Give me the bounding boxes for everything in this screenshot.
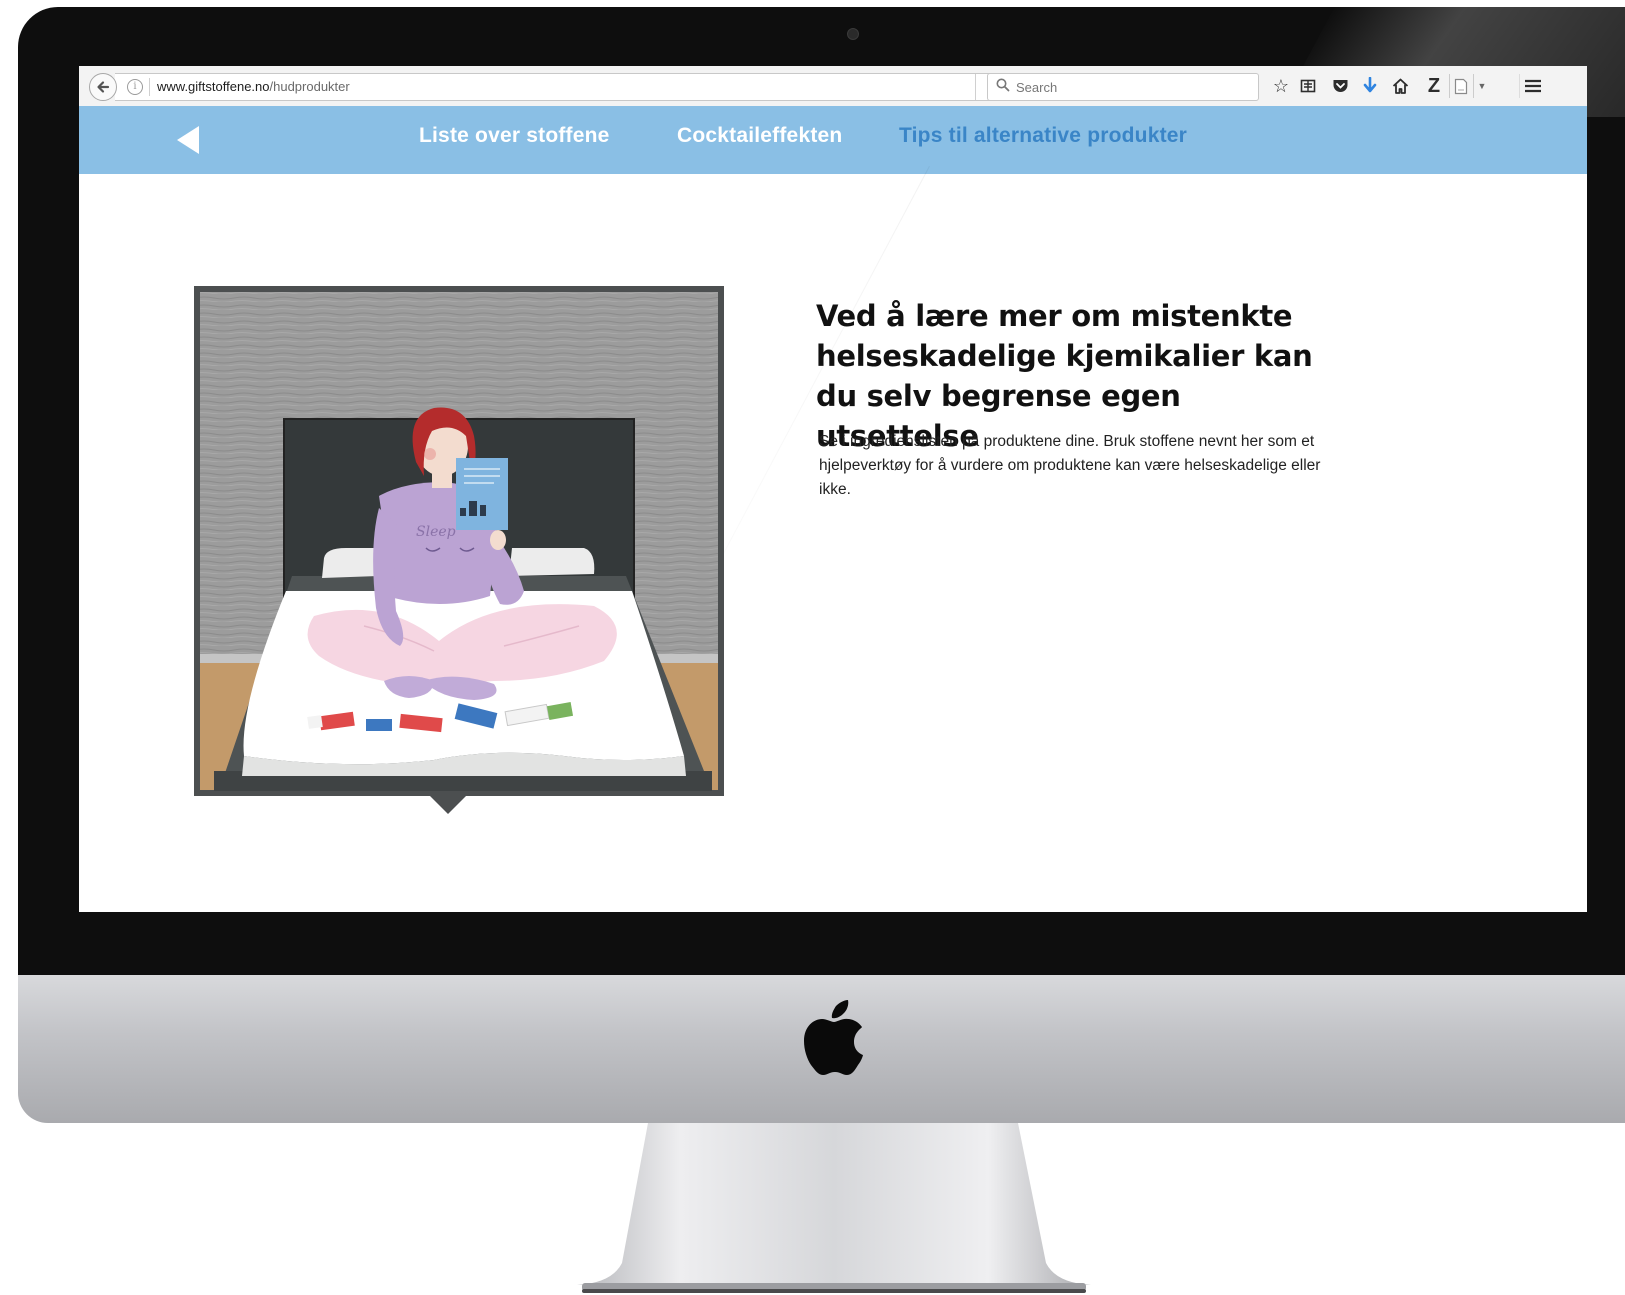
camera-icon — [847, 28, 859, 40]
nav-back-arrow-icon[interactable] — [177, 126, 199, 154]
info-icon[interactable]: i — [127, 79, 143, 95]
nav-item-cocktaileffekten[interactable]: Cocktaileffekten — [677, 124, 842, 148]
bookmark-star-icon[interactable]: ☆ — [1270, 74, 1292, 98]
search-input[interactable] — [1014, 76, 1254, 98]
browser-screen: i www.giftstoffene.no/hudprodukter ↻ ☆ Z — [79, 66, 1587, 914]
nav-item-tips-alternative-produkter[interactable]: Tips til alternative produkter — [899, 124, 1187, 148]
home-icon[interactable] — [1389, 74, 1411, 98]
screen-bottom-edge — [79, 912, 1587, 914]
download-icon[interactable] — [1359, 74, 1381, 98]
apple-logo-icon — [804, 1000, 863, 1075]
url-bar[interactable]: i www.giftstoffene.no/hudprodukter ↻ — [115, 73, 1014, 101]
dropdown-icon[interactable]: ▼ — [1473, 74, 1490, 98]
imac-stand — [577, 1123, 1091, 1293]
url-host: www.giftstoffene.no — [157, 79, 270, 94]
url-path: /hudprodukter — [269, 79, 350, 94]
url-text[interactable]: www.giftstoffene.no/hudprodukter — [157, 79, 350, 94]
search-icon — [996, 78, 1010, 92]
site-navigation: Liste over stoffene Cocktaileffekten Tip… — [79, 106, 1587, 174]
nav-item-liste-over-stoffene[interactable]: Liste over stoffene — [419, 124, 610, 148]
shirt-text: Sleep — [416, 524, 456, 540]
menu-icon[interactable] — [1519, 74, 1546, 98]
reading-list-icon[interactable] — [1297, 74, 1319, 98]
bedroom-illustration: Sleep — [194, 286, 724, 814]
browser-toolbar: i www.giftstoffene.no/hudprodukter ↻ ☆ Z — [79, 66, 1587, 107]
url-divider — [149, 78, 150, 96]
pocket-icon[interactable] — [1329, 74, 1351, 98]
zotero-icon[interactable]: Z — [1423, 74, 1445, 98]
back-arrow-icon[interactable] — [89, 73, 117, 101]
search-box[interactable] — [987, 73, 1259, 101]
page-icon[interactable] — [1449, 74, 1472, 98]
content-body: Se i ingredienslisten på produktene dine… — [819, 433, 1321, 498]
